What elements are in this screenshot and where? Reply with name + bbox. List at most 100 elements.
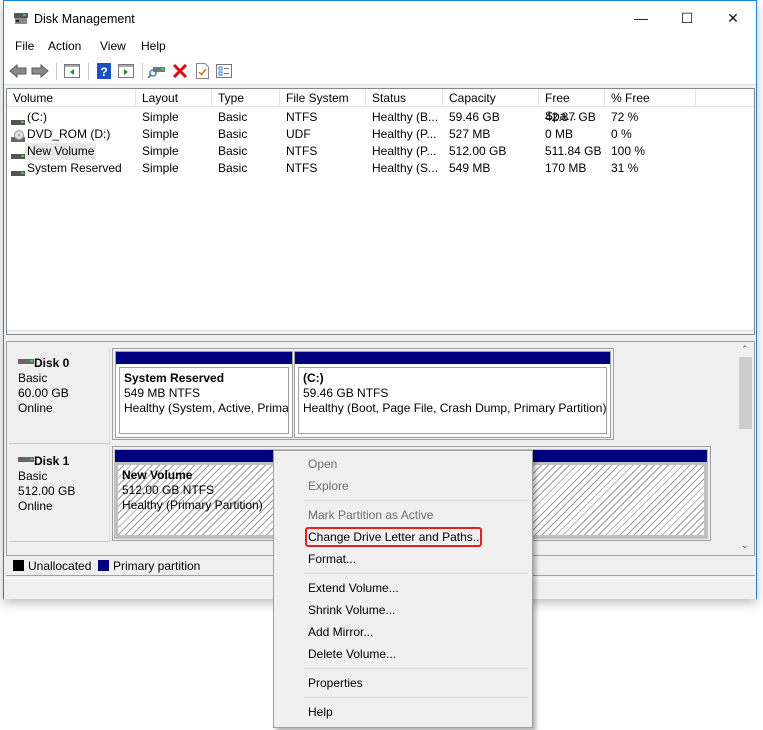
menu-item-add-mirror[interactable]: Add Mirror... <box>308 624 373 640</box>
volume-row[interactable]: (C:) Simple Basic NTFS Healthy (B... 59.46 GB… <box>7 109 754 126</box>
console-tree-icon <box>64 64 80 78</box>
back-icon <box>9 64 27 78</box>
checklist-button[interactable] <box>192 61 212 81</box>
menu-item-format[interactable]: Format... <box>308 551 356 567</box>
back-button[interactable] <box>8 61 28 81</box>
menu-help[interactable]: Help <box>141 39 166 53</box>
disk-0-type: Basic <box>18 371 48 385</box>
menu-separator <box>304 573 528 574</box>
menu-bar: File Action View Help <box>4 35 756 57</box>
partition-name: (C:) <box>303 371 324 385</box>
toolbar-separator <box>142 63 143 80</box>
disk-1-state: Online <box>18 499 53 513</box>
delete-button[interactable] <box>170 61 190 81</box>
cell-volume: System Reserved <box>27 161 122 175</box>
primary-partition-bar <box>116 352 292 364</box>
properties-icon <box>216 64 232 78</box>
checklist-icon <box>195 63 209 79</box>
disk-0-label[interactable]: Disk 0 Basic 60.00 GB Online <box>9 348 110 444</box>
cell-volume: DVD_ROM (D:) <box>27 127 111 141</box>
cell-pct: 100 % <box>611 144 646 158</box>
cell-pct: 0 % <box>611 127 632 141</box>
connect-drive-button[interactable] <box>147 61 167 81</box>
show-hide-action-pane-button[interactable] <box>116 61 136 81</box>
partition-status: Healthy (System, Active, Primary Partiti… <box>124 401 289 415</box>
highlight-box <box>305 527 482 547</box>
minimize-icon: — <box>634 10 648 26</box>
cell-type: Basic <box>218 127 248 141</box>
disk-1-size: 512.00 GB <box>18 484 76 498</box>
volume-row[interactable]: DVD_ROM (D:) Simple Basic UDF Healthy (P... 5… <box>7 126 754 143</box>
menu-file[interactable]: File <box>15 39 34 53</box>
cell-type: Basic <box>218 110 248 124</box>
forward-button[interactable] <box>30 61 50 81</box>
cell-fs: NTFS <box>286 110 318 124</box>
maximize-button[interactable]: ☐ <box>664 1 710 35</box>
legend-label: Unallocated <box>28 559 92 573</box>
scroll-down-icon[interactable]: ⌄ <box>741 540 749 551</box>
delete-icon <box>173 64 187 78</box>
menu-view[interactable]: View <box>100 39 126 53</box>
cell-pct: 72 % <box>611 110 639 124</box>
menu-item-open: Open <box>308 457 338 471</box>
vertical-scrollbar[interactable]: ⌃ ⌄ <box>737 342 754 555</box>
cell-free: 42.87 GB <box>545 110 596 124</box>
menu-item-extend-volume[interactable]: Extend Volume... <box>308 580 399 596</box>
toolbar: ? <box>4 57 756 85</box>
cell-layout: Simple <box>142 161 179 175</box>
cell-status: Healthy (S... <box>372 161 439 175</box>
cell-free: 170 MB <box>545 161 587 175</box>
column-header-layout[interactable]: Layout <box>136 89 212 107</box>
cell-free: 511.84 GB <box>545 144 602 158</box>
help-button[interactable]: ? <box>94 61 114 81</box>
menu-item-delete-volume[interactable]: Delete Volume... <box>308 646 396 662</box>
column-header-file-system[interactable]: File System <box>280 89 366 107</box>
column-header-free-space[interactable]: Free Spa... <box>539 89 605 123</box>
title-bar: Disk Management — ☐ ✕ <box>4 1 756 35</box>
volume-list: Volume Layout Type File System Status Ca… <box>6 88 755 335</box>
menu-separator <box>304 668 528 669</box>
cell-free: 0 MB <box>545 127 574 141</box>
menu-separator <box>304 697 528 698</box>
menu-separator <box>304 500 528 501</box>
forward-icon <box>31 64 49 78</box>
column-header-volume[interactable]: Volume <box>7 89 136 107</box>
cell-volume: New Volume <box>25 143 97 160</box>
primary-partition-bar <box>295 352 610 364</box>
show-hide-console-tree-button[interactable] <box>62 61 82 81</box>
properties-button[interactable] <box>214 61 234 81</box>
scrollbar-thumb[interactable] <box>739 357 752 429</box>
menu-item-shrink-volume[interactable]: Shrink Volume... <box>308 602 395 618</box>
disk-icon <box>18 457 34 462</box>
cell-pct: 31 % <box>611 161 639 175</box>
menu-action[interactable]: Action <box>48 39 81 53</box>
legend-unallocated: Unallocated <box>13 559 91 573</box>
close-button[interactable]: ✕ <box>710 1 756 35</box>
cell-layout: Simple <box>142 144 179 158</box>
disk-0-state: Online <box>18 401 53 415</box>
context-menu: Open Explore Mark Partition as Active Chang… <box>273 450 533 728</box>
scroll-up-icon[interactable]: ⌃ <box>741 344 749 355</box>
column-header-type[interactable]: Type <box>212 89 280 107</box>
partition-c[interactable]: (C:) 59.46 GB NTFS Healthy (Boot, Page F… <box>294 351 611 438</box>
cell-status: Healthy (B... <box>372 110 439 124</box>
partition-system-reserved[interactable]: System Reserved 549 MB NTFS Healthy (Sys… <box>115 351 293 438</box>
menu-item-mark-partition-as-active: Mark Partition as Active <box>308 508 434 522</box>
toolbar-separator <box>88 63 89 80</box>
minimize-button[interactable]: — <box>618 1 664 35</box>
column-header-capacity[interactable]: Capacity <box>443 89 539 107</box>
volume-row[interactable]: System Reserved Simple Basic NTFS Healthy (S… <box>7 160 754 177</box>
disk-1-label[interactable]: Disk 1 Basic 512.00 GB Online <box>9 446 110 542</box>
help-icon: ? <box>97 63 111 79</box>
menu-item-properties[interactable]: Properties <box>308 675 363 691</box>
volume-list-header: Volume Layout Type File System Status Ca… <box>7 89 754 123</box>
menu-item-help[interactable]: Help <box>308 704 333 720</box>
disk-0-size: 60.00 GB <box>18 386 69 400</box>
column-header-status[interactable]: Status <box>366 89 443 107</box>
column-header-percent-free[interactable]: % Free <box>605 89 696 107</box>
volume-row[interactable]: New Volume Simple Basic NTFS Healthy (P... 51… <box>7 143 754 160</box>
cell-fs: NTFS <box>286 161 318 175</box>
horizontal-scrollbar[interactable] <box>7 330 754 334</box>
primary-partition-swatch <box>98 560 109 571</box>
cell-capacity: 59.46 GB <box>449 110 500 124</box>
